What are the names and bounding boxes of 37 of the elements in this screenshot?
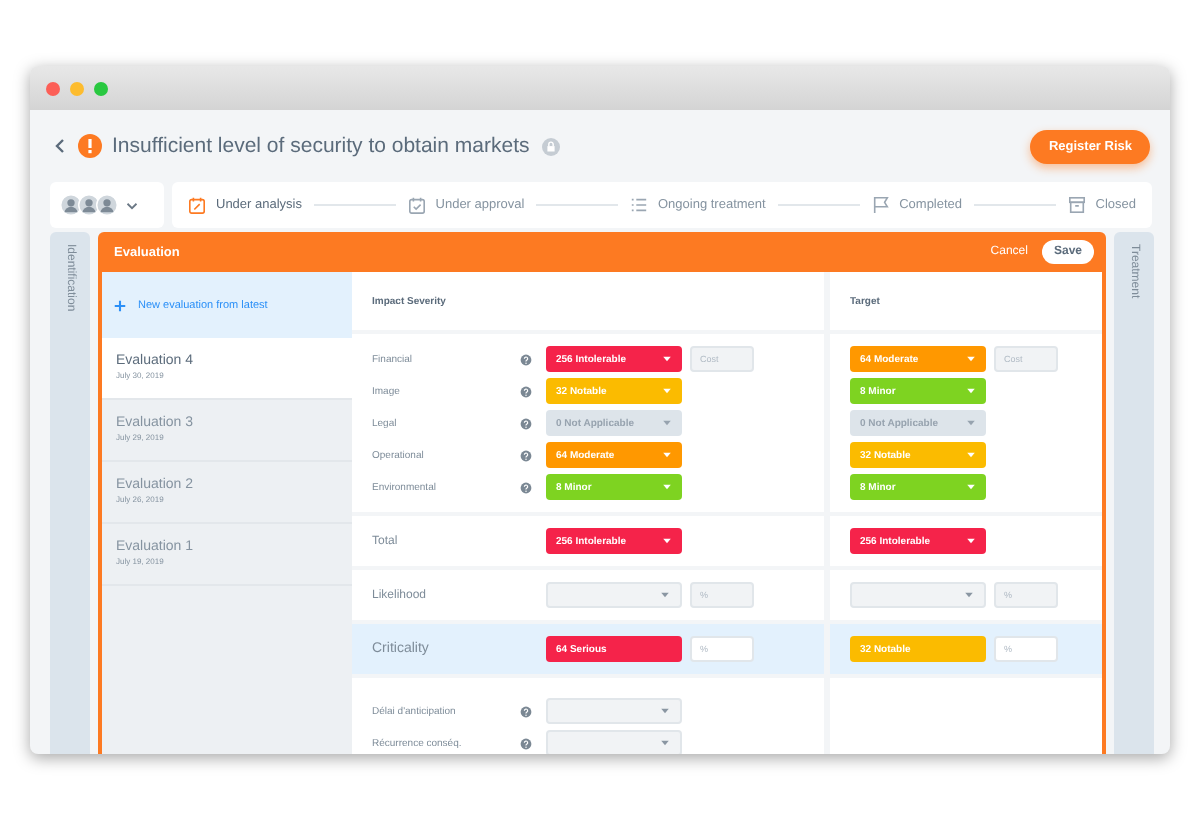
help-icon[interactable]: [520, 353, 532, 365]
help-icon[interactable]: [520, 481, 532, 493]
avatar-icon: [96, 194, 118, 216]
help-icon[interactable]: [520, 449, 532, 461]
caret-icon: [966, 420, 976, 426]
caret-icon: [966, 484, 976, 490]
list-icon: [629, 196, 648, 214]
chevron-down-icon: [126, 201, 138, 209]
caret-icon: [964, 592, 974, 598]
window-title: Insufficient level of security to obtain markets: [112, 134, 530, 158]
close-icon[interactable]: [46, 81, 60, 95]
caret-icon: [662, 420, 672, 426]
caret-icon: [662, 538, 672, 544]
calendar-pencil-icon: [188, 196, 206, 214]
help-icon[interactable]: [520, 705, 532, 717]
caret-icon: [660, 740, 670, 746]
caret-icon: [966, 388, 976, 394]
back-icon[interactable]: [54, 138, 66, 154]
help-icon[interactable]: [520, 737, 532, 749]
caret-icon: [662, 356, 672, 362]
plus-icon: [114, 299, 126, 311]
lock-icon: [541, 137, 560, 155]
caret-icon: [660, 592, 670, 598]
caret-icon: [662, 388, 672, 394]
help-icon[interactable]: [520, 417, 532, 429]
help-icon[interactable]: [520, 385, 532, 397]
caret-icon: [662, 484, 672, 490]
caret-icon: [662, 452, 672, 458]
caret-icon: [660, 708, 670, 714]
warning-icon: [78, 134, 102, 158]
caret-icon: [966, 452, 976, 458]
assignee-selector[interactable]: [50, 182, 164, 228]
archive-icon: [1067, 196, 1086, 214]
caret-icon: [966, 538, 976, 544]
caret-icon: [966, 356, 976, 362]
calendar-check-icon: [407, 196, 426, 214]
flag-icon: [871, 196, 890, 214]
